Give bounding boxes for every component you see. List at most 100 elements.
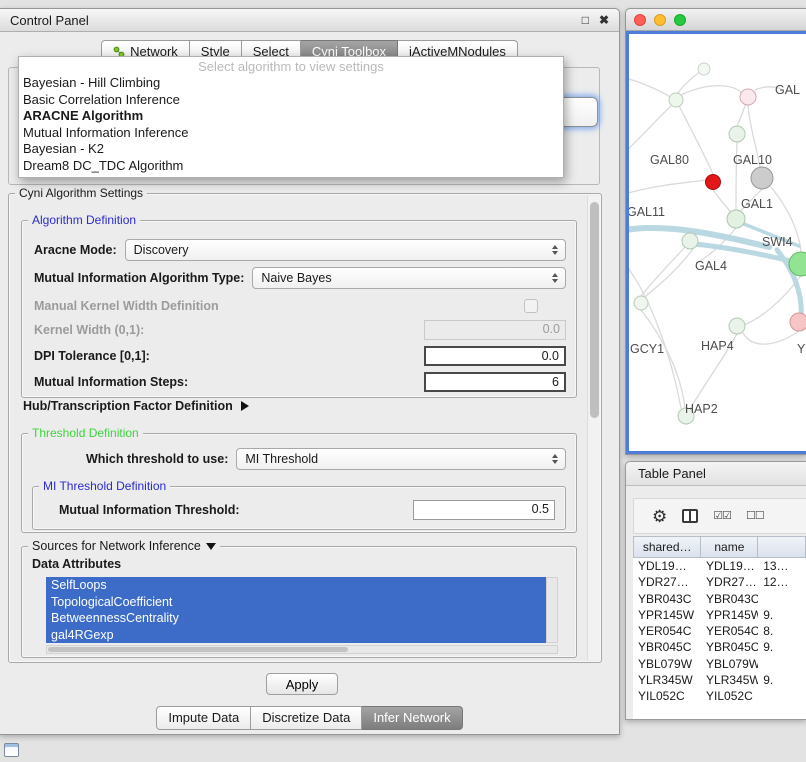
restore-panel-icon[interactable] [4,743,19,757]
tab-impute-data[interactable]: Impute Data [156,706,251,730]
column-header[interactable] [758,536,806,558]
select-all-icon[interactable]: ☑☑ [713,511,731,522]
aracne-mode-row: Aracne Mode: Discovery [34,239,566,261]
close-window-icon[interactable]: ✖ [599,14,609,26]
table-cell: YBR043C [701,591,758,607]
window-title: Control Panel [10,13,572,28]
network-node[interactable] [751,167,773,189]
network-node[interactable] [698,63,710,75]
table-row[interactable]: YER054CYER054C8. [633,623,806,639]
network-node[interactable] [669,93,683,107]
algorithm-option[interactable]: ARACNE Algorithm [19,108,563,125]
column-selector-icon[interactable] [682,509,698,523]
control-panel-titlebar[interactable]: Control Panel □ ✖ [0,9,619,32]
minimize-traffic-light-icon[interactable] [654,14,666,26]
algorithm-option[interactable]: Bayesian - Hill Climbing [19,75,563,92]
network-edge[interactable] [743,331,799,344]
zoom-traffic-light-icon[interactable] [674,14,686,26]
table-row[interactable]: YPR145WYPR145W9. [633,607,806,623]
table-cell: YER054C [701,623,758,639]
which-threshold-select[interactable]: MI Threshold [236,448,566,470]
tab-discretize-data[interactable]: Discretize Data [251,706,362,730]
attribute-item[interactable]: BetweennessCentrality [46,610,546,627]
bottom-tab-bar: Impute DataDiscretize DataInfer Network [0,706,619,730]
table-row[interactable]: YDL19…YDL19…13… [633,558,806,574]
dpi-tolerance-input[interactable]: 0.0 [424,346,566,366]
table-cell: YDL19… [633,558,701,574]
network-node[interactable] [790,313,806,331]
network-edge[interactable] [629,264,681,408]
deselect-all-icon[interactable]: ☐☐ [746,511,764,522]
scrollbar-thumb[interactable] [590,202,599,418]
table-cell: YDL19… [701,558,758,574]
algorithm-option[interactable]: Dream8 DC_TDC Algorithm [19,158,563,175]
network-node[interactable] [682,233,698,249]
network-node[interactable] [740,89,756,105]
table-row[interactable]: YBR043CYBR043C [633,591,806,607]
network-edge[interactable] [629,104,673,152]
table-row[interactable]: YBL079WYBL079W [633,656,806,672]
network-node[interactable] [727,210,745,228]
close-traffic-light-icon[interactable] [634,14,646,26]
attribute-list-hscrollbar[interactable] [46,645,558,654]
network-node[interactable] [634,296,648,310]
dpi-tolerance-label: DPI Tolerance [0,1]: [34,349,150,363]
threshold-definition-group: Threshold Definition Which threshold to … [21,433,577,533]
table-row[interactable]: YBR045CYBR045C9. [633,639,806,655]
column-header[interactable]: shared… [633,536,701,558]
network-node[interactable] [706,175,721,190]
mi-threshold-input[interactable]: 0.5 [413,500,555,520]
apply-button[interactable]: Apply [266,673,338,695]
node-label: GAL11 [629,205,665,219]
algorithm-definition-group: Algorithm Definition Aracne Mode: Discov… [21,220,577,398]
network-edge[interactable] [629,180,706,194]
column-header[interactable]: name [701,536,758,558]
node-label: GAL1 [741,197,773,211]
network-edge[interactable] [681,86,741,95]
attribute-item[interactable]: SelfLoops [46,577,546,594]
mi-threshold-definition-group: MI Threshold Definition Mutual Informati… [32,486,566,530]
float-window-icon[interactable]: □ [582,14,589,26]
network-edge[interactable] [713,190,732,214]
algorithm-dropdown-popup: Select algorithm to view settings Bayesi… [18,56,564,178]
table-row[interactable]: YDR27…YDR27…12… [633,574,806,590]
network-node[interactable] [729,318,745,334]
algorithm-option[interactable]: Bayesian - K2 [19,141,563,158]
table-cell: YDR27… [701,574,758,590]
sources-group-title[interactable]: Sources for Network Inference [28,539,220,553]
hub-definition-toggle[interactable]: Hub/Transcription Factor Definition [23,399,249,413]
which-threshold-value: MI Threshold [245,452,547,466]
table-cell: 8. [758,623,806,639]
table-panel-title: Table Panel [638,466,706,481]
algorithm-option[interactable]: Mutual Information Inference [19,125,563,142]
network-edge[interactable] [645,249,693,297]
attribute-table: shared…name YDL19…YDL19…13…YDR27…YDR27…1… [633,536,806,719]
attribute-list-scrollbar[interactable] [546,577,558,643]
algorithm-option[interactable]: Basic Correlation Inference [19,92,563,109]
attribute-item[interactable]: TopologicalCoefficient [46,594,546,611]
mi-threshold-row: Mutual Information Threshold: 0.5 [59,499,555,521]
node-label: GAL80 [650,153,689,167]
attribute-item[interactable]: gal4RGexp [46,627,546,644]
table-cell: 9. [758,639,806,655]
network-window-titlebar[interactable] [626,9,806,31]
network-canvas[interactable]: GALGAL80GAL10GAL11GAL1SWI4GAL4GCY1HAP4HA… [626,31,806,454]
network-edge[interactable] [641,247,685,296]
table-row[interactable]: YIL052CYIL052C [633,688,806,704]
table-panel-titlebar[interactable]: Table Panel [626,462,806,486]
tab-infer-network[interactable]: Infer Network [362,706,462,730]
mi-type-value: Naive Bayes [261,271,547,285]
aracne-mode-select[interactable]: Discovery [125,239,566,261]
mi-steps-input[interactable]: 6 [424,372,566,392]
table-cell: YPR145W [633,607,701,623]
settings-scrollbar[interactable] [587,196,600,660]
network-edge[interactable] [629,78,676,100]
mi-threshold-label: Mutual Information Threshold: [59,503,240,517]
mi-type-select[interactable]: Naive Bayes [252,267,566,289]
table-row[interactable]: YLR345WYLR345W9. [633,672,806,688]
sources-group: Sources for Network Inference Data Attri… [21,546,577,658]
dropdown-option-list: Bayesian - Hill ClimbingBasic Correlatio… [19,75,563,174]
table-cell: YIL052C [633,688,701,704]
gear-icon[interactable]: ⚙ [652,508,667,525]
network-node[interactable] [729,126,745,142]
